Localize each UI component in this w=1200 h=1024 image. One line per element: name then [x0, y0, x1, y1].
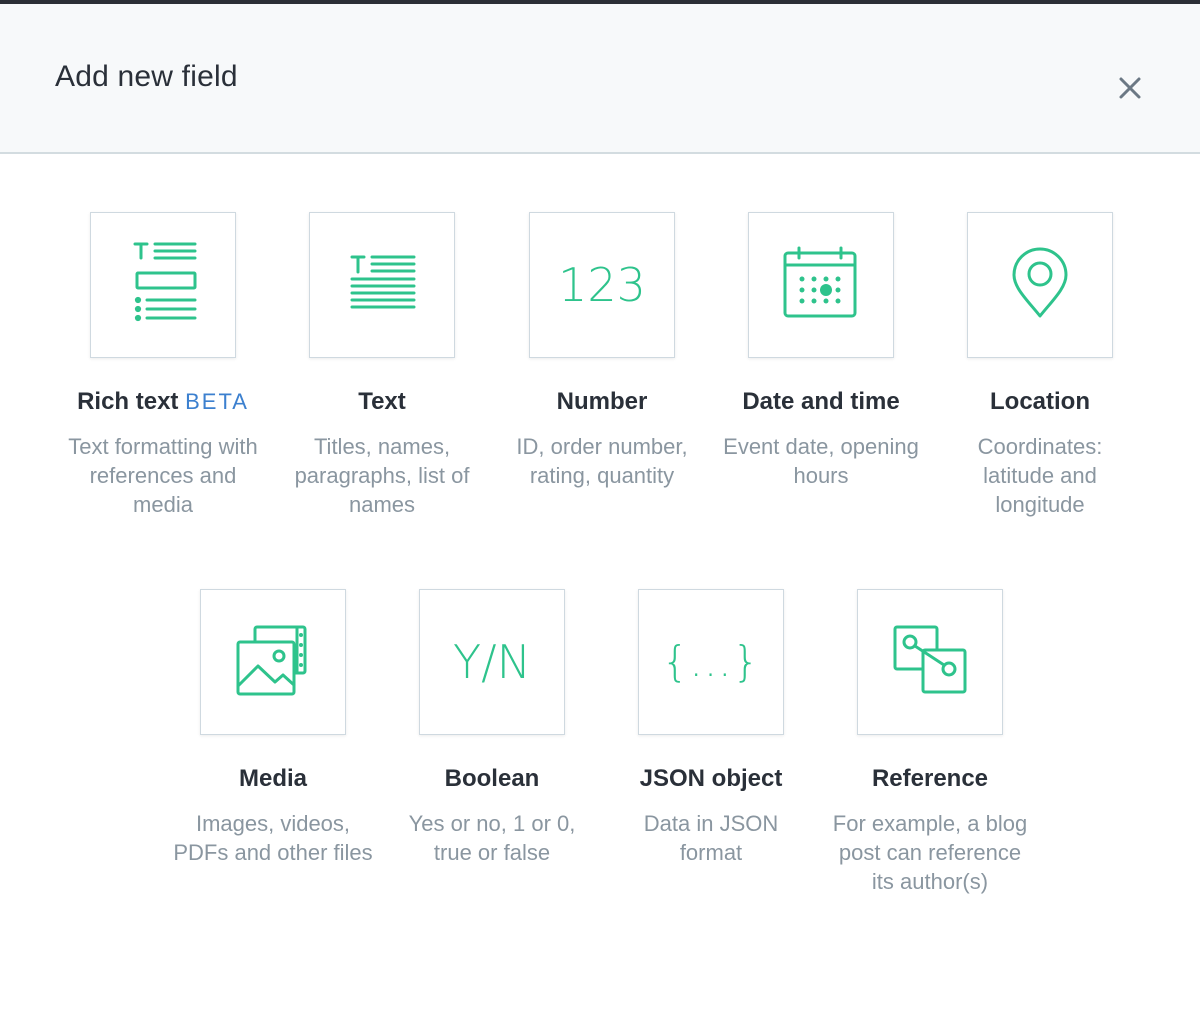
field-description: Titles, names, paragraphs, list of names: [294, 434, 470, 517]
field-description: Yes or no, 1 or 0, true or false: [408, 811, 576, 865]
field-tile: Y/N: [419, 589, 565, 735]
field-tile: [857, 589, 1003, 735]
field-label: Text: [358, 388, 406, 415]
field-description: For example, a blog post can reference i…: [832, 811, 1028, 894]
field-label: Rich text BETA: [77, 388, 249, 415]
beta-badge: BETA: [185, 389, 249, 414]
dialog-header: Add new field: [0, 4, 1200, 154]
media-icon: [236, 625, 307, 696]
field-tile: [748, 212, 894, 358]
field-label: Media: [238, 765, 307, 792]
field-tile: {...}: [638, 589, 784, 735]
field-tile: 123: [529, 212, 675, 358]
calendar-icon: [783, 246, 857, 318]
field-label: JSON object: [639, 765, 783, 792]
json-icon: {...}: [661, 637, 761, 686]
field-description: Event date, opening hours: [723, 434, 919, 488]
boolean-icon: Y/N: [452, 635, 531, 689]
field-description: Images, videos, PDFs and other files: [173, 811, 373, 865]
close-icon: [1119, 77, 1141, 99]
field-description: ID, order number, rating, quantity: [516, 434, 688, 488]
field-tile: [309, 212, 455, 358]
field-label: Number: [556, 388, 648, 415]
field-tile: [90, 212, 236, 358]
location-pin-icon: [1012, 247, 1068, 318]
rich-text-icon: [133, 242, 197, 322]
field-tile: [200, 589, 346, 735]
field-description: Data in JSON format: [643, 811, 779, 865]
reference-icon: [893, 625, 967, 694]
field-label: Date and time: [742, 388, 900, 415]
field-label: Reference: [871, 765, 989, 792]
number-icon: 123: [558, 258, 646, 312]
field-tile: [967, 212, 1113, 358]
field-label: Location: [990, 388, 1090, 415]
field-description: Coordinates: latitude and longitude: [977, 434, 1103, 517]
field-label: Boolean: [444, 765, 540, 792]
field-description: Text formatting with references and medi…: [68, 434, 258, 517]
close-button[interactable]: [1112, 70, 1148, 106]
dialog-title: Add new field: [55, 60, 238, 93]
text-icon: [350, 255, 416, 309]
